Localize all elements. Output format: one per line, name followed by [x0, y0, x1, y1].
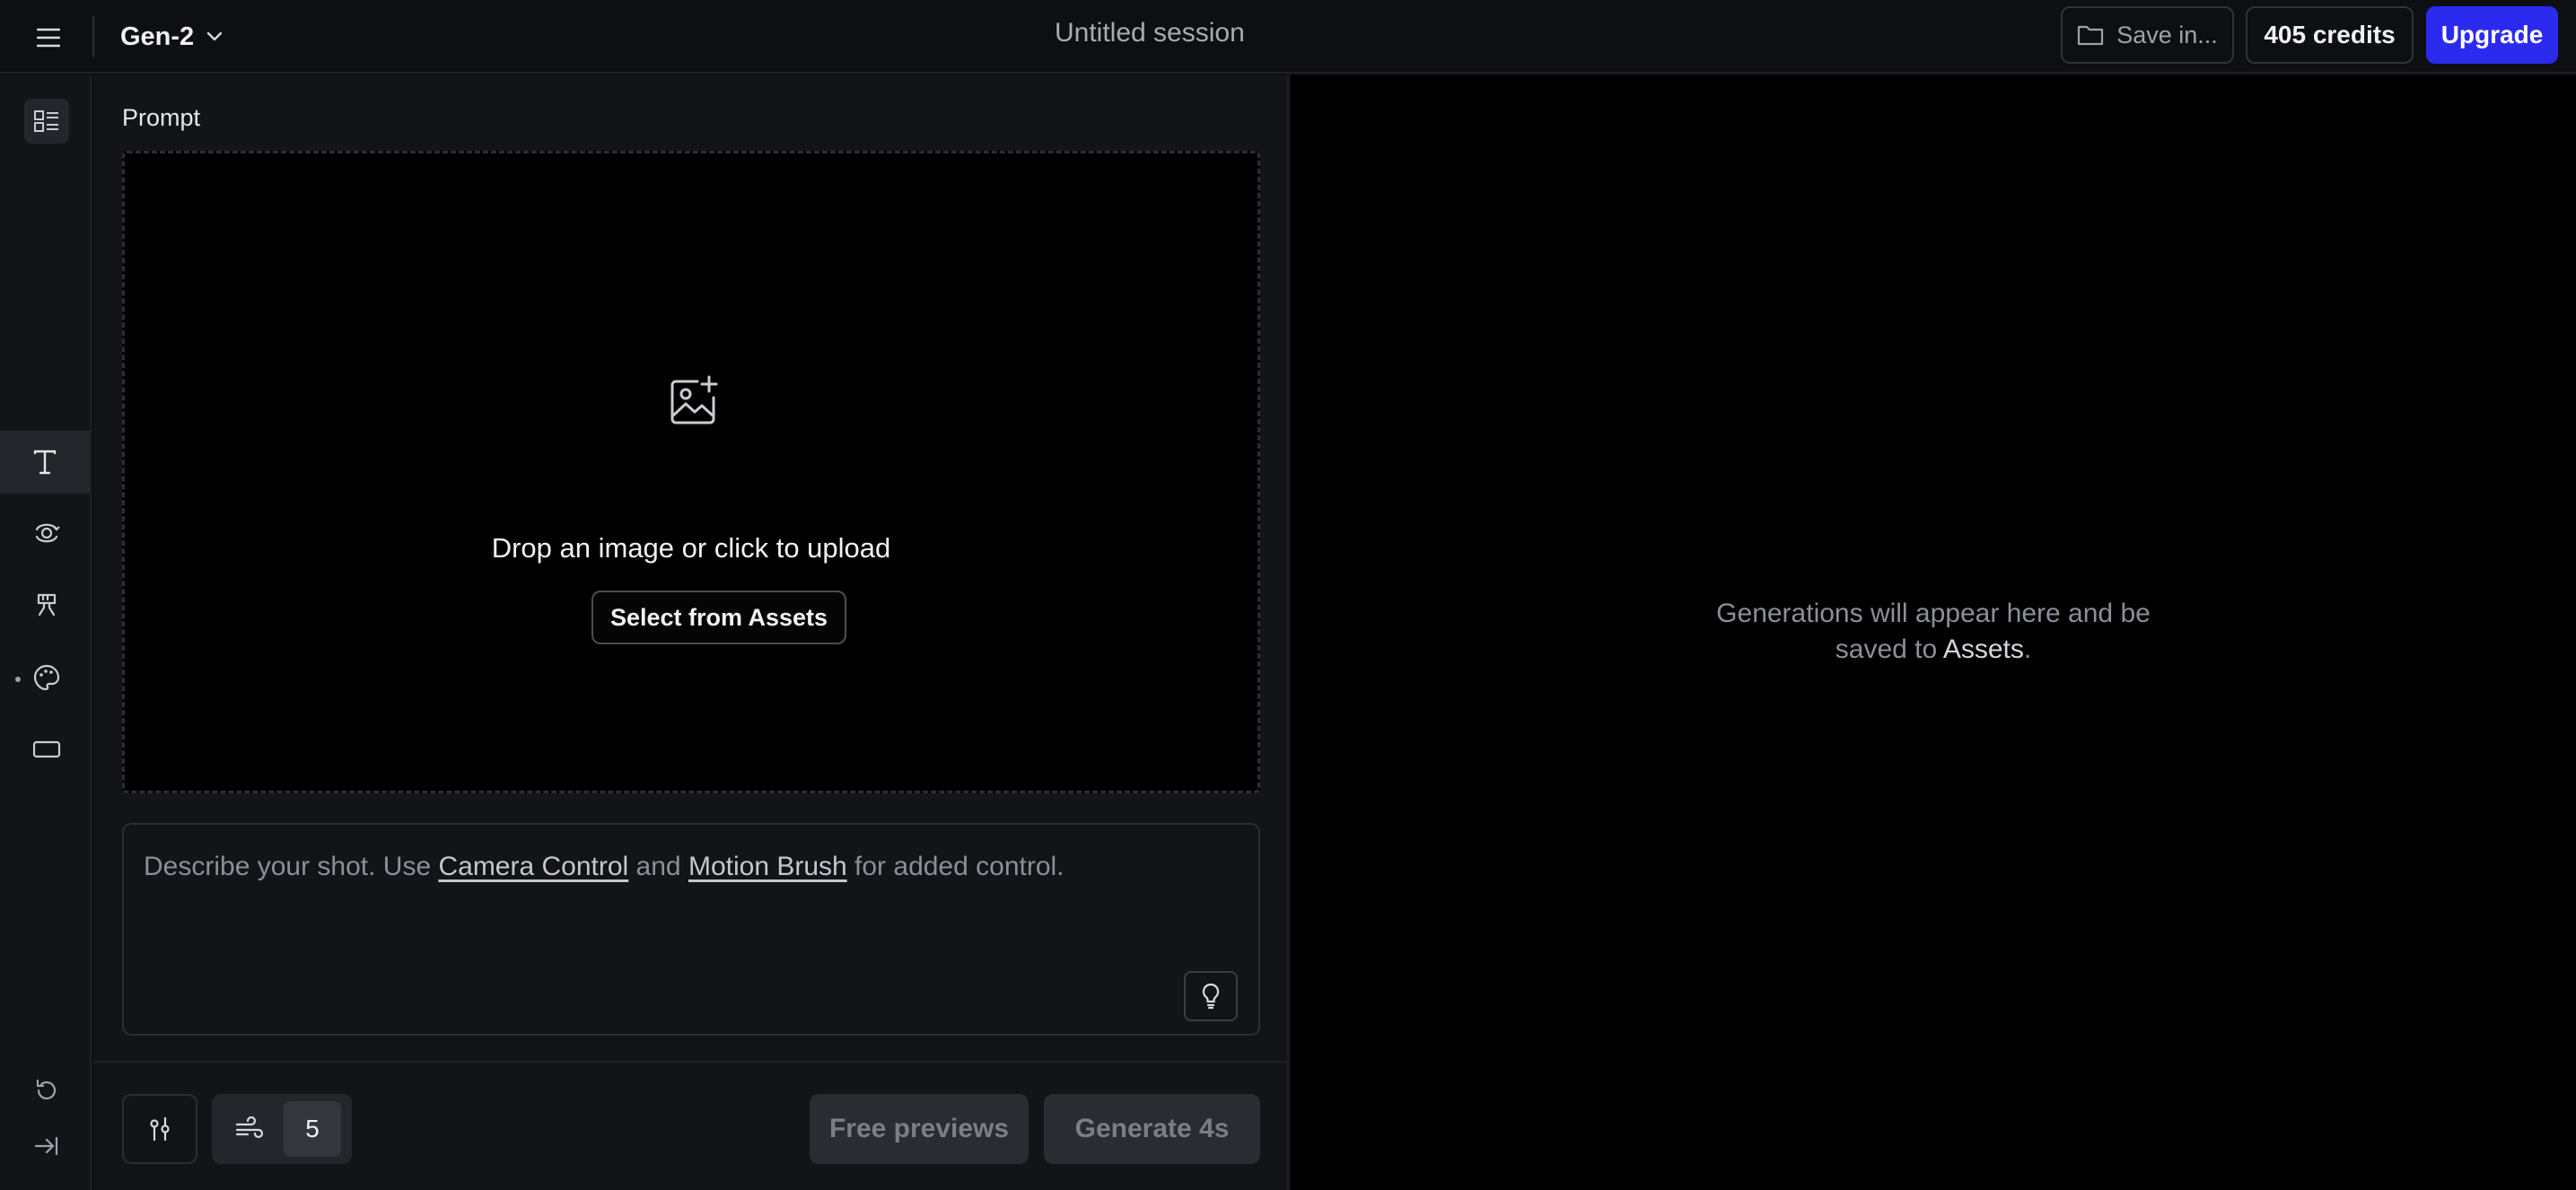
brush-icon [37, 593, 57, 617]
motion-brush-link[interactable]: Motion Brush [688, 852, 847, 881]
aspect-ratio-button[interactable] [24, 727, 69, 772]
motion-button[interactable] [228, 1107, 271, 1150]
style-active-dot [15, 677, 21, 682]
undo-icon [36, 1079, 57, 1100]
empty-state-line-2: saved to Assets. [1291, 632, 2576, 668]
dropzone-instruction: Drop an image or click to upload [491, 532, 891, 564]
save-in-button[interactable]: Save in... [2061, 6, 2234, 64]
motion-brush-button[interactable] [24, 582, 69, 627]
text-tool-button[interactable] [0, 431, 90, 494]
camera-control-button[interactable] [24, 511, 69, 556]
presets-button[interactable] [24, 99, 69, 144]
palette-icon [33, 664, 60, 691]
tool-rail [0, 75, 92, 1190]
placeholder-text-start: Describe your shot. Use [144, 852, 439, 881]
image-dropzone[interactable]: Drop an image or click to upload Select … [122, 151, 1260, 793]
prompt-panel: Prompt Drop an image or click to upload … [93, 75, 1289, 1190]
save-in-label: Save in... [2116, 21, 2218, 48]
empty-state-period: . [2023, 634, 2032, 664]
menu-button[interactable] [27, 16, 70, 59]
text-icon [33, 450, 57, 475]
collapse-sidebar-button[interactable] [24, 1124, 69, 1168]
settings-sliders-icon [150, 1116, 170, 1142]
top-bar: Gen-2 Untitled session Save in... 405 cr… [0, 0, 2576, 74]
arrow-to-right-icon [34, 1136, 58, 1156]
panel-divider [93, 1061, 1287, 1063]
free-previews-button[interactable]: Free previews [810, 1094, 1029, 1164]
assets-link[interactable]: Assets [1943, 634, 2024, 664]
header-divider [92, 16, 94, 57]
generations-area: Generations will appear here and be save… [1291, 75, 2576, 1190]
empty-state-line-1: Generations will appear here and be [1716, 599, 2151, 628]
generation-settings-button[interactable] [122, 1094, 197, 1164]
empty-state-message: Generations will appear here and be save… [1291, 596, 2576, 668]
motion-value[interactable]: 5 [284, 1101, 341, 1157]
style-button[interactable] [24, 655, 69, 700]
prompt-textarea[interactable]: Describe your shot. Use Camera Control a… [122, 823, 1260, 1036]
session-title[interactable]: Untitled session [1055, 18, 1245, 48]
chevron-down-icon [206, 31, 223, 41]
model-name: Gen-2 [120, 22, 195, 51]
motion-setting[interactable]: 5 [212, 1094, 352, 1164]
prompt-placeholder: Describe your shot. Use Camera Control a… [144, 852, 1065, 882]
reset-button[interactable] [24, 1068, 69, 1113]
list-layout-icon [34, 110, 58, 132]
empty-state-line-2-text: saved to [1835, 634, 1943, 664]
placeholder-text-end: for added control. [846, 852, 1065, 881]
folder-icon [2078, 25, 2104, 46]
prompt-label: Prompt [122, 104, 201, 131]
placeholder-text-mid: and [628, 852, 688, 881]
wind-icon [235, 1116, 264, 1139]
image-add-icon [670, 375, 718, 424]
aspect-ratio-icon [32, 740, 61, 758]
credits-button[interactable]: 405 credits [2246, 6, 2414, 64]
orbit-camera-icon [35, 523, 60, 543]
camera-control-link[interactable]: Camera Control [438, 852, 628, 881]
model-selector[interactable]: Gen-2 [120, 16, 223, 57]
hamburger-icon [37, 28, 60, 48]
upgrade-button[interactable]: Upgrade [2426, 6, 2558, 64]
select-from-assets-button[interactable]: Select from Assets [591, 591, 846, 644]
lightbulb-icon [1202, 983, 1220, 1010]
prompt-tips-button[interactable] [1184, 971, 1238, 1021]
generate-button[interactable]: Generate 4s [1044, 1094, 1260, 1164]
